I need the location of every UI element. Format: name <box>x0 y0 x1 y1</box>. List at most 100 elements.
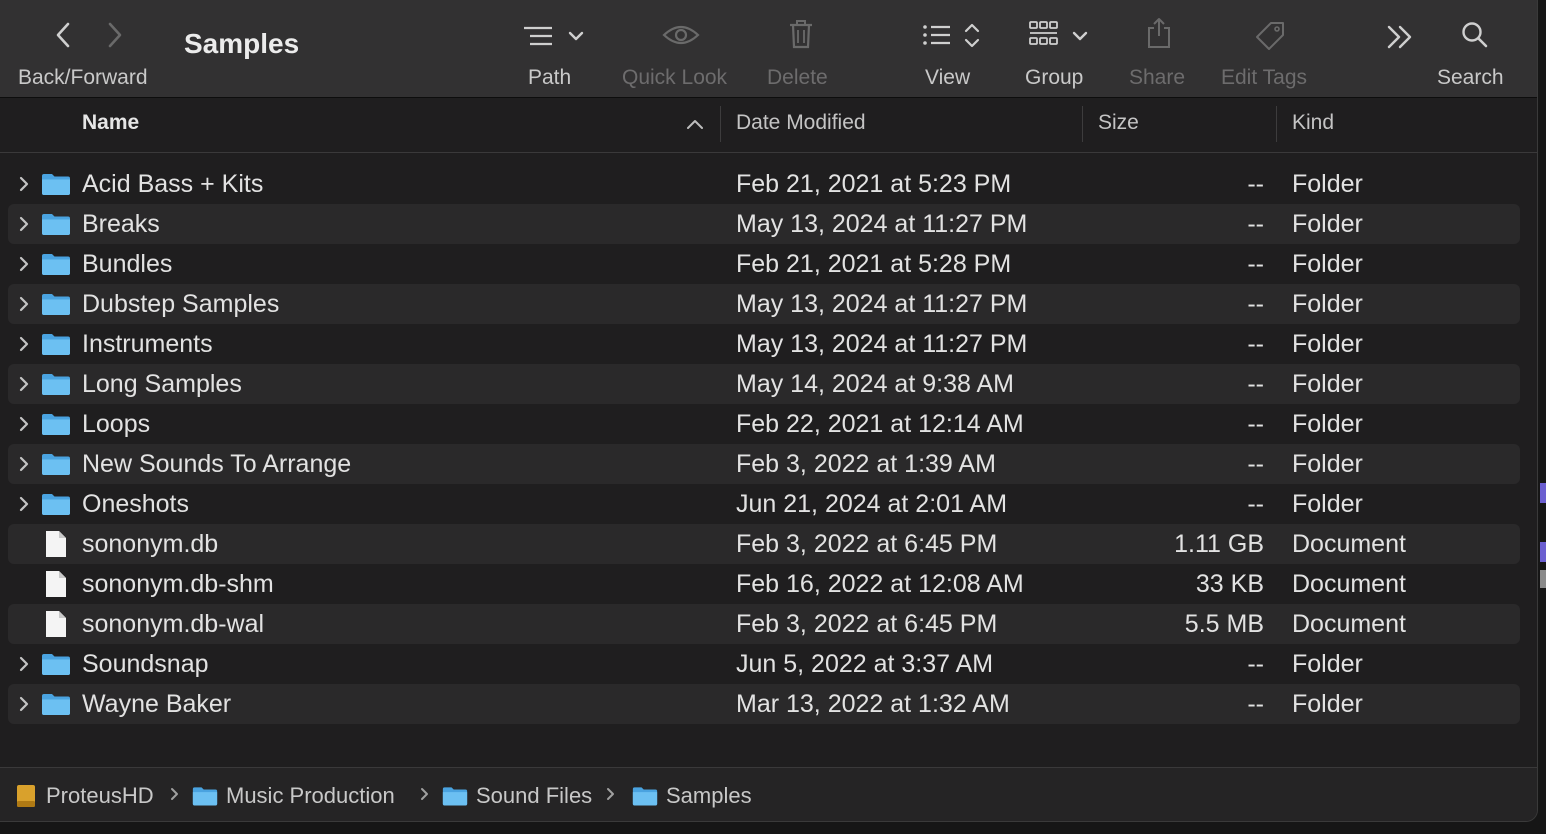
file-date-modified: Feb 3, 2022 at 6:45 PM <box>736 530 998 558</box>
scroll-marker <box>1540 570 1546 588</box>
file-kind: Folder <box>1292 290 1363 318</box>
chevron-right-icon[interactable] <box>104 20 126 56</box>
column-size[interactable]: Size <box>1098 111 1139 135</box>
disclosure-chevron-icon[interactable] <box>18 256 30 272</box>
file-size: -- <box>1247 410 1264 438</box>
chevron-left-icon[interactable] <box>52 20 74 56</box>
column-divider[interactable] <box>1276 106 1277 142</box>
file-name: Breaks <box>82 210 160 238</box>
file-row[interactable]: Loops Feb 22, 2021 at 12:14 AM -- Folder <box>8 404 1520 444</box>
file-date-modified: Feb 21, 2021 at 5:28 PM <box>736 250 1012 278</box>
path-button[interactable]: Path <box>528 66 571 90</box>
search-button[interactable]: Search <box>1437 66 1504 90</box>
edit-tags-button[interactable]: Edit Tags <box>1221 66 1307 90</box>
path-separator-icon <box>420 786 430 802</box>
file-row[interactable]: sononym.db Feb 3, 2022 at 6:45 PM 1.11 GB D… <box>8 524 1520 564</box>
disclosure-chevron-icon[interactable] <box>18 696 30 712</box>
sort-ascending-icon[interactable] <box>686 118 704 130</box>
disclosure-chevron-icon[interactable] <box>18 656 30 672</box>
document-icon <box>44 570 68 598</box>
file-row[interactable]: Breaks May 13, 2024 at 11:27 PM -- Folder <box>8 204 1520 244</box>
file-list: Acid Bass + Kits Feb 21, 2021 at 5:23 PM -… <box>8 164 1520 724</box>
path-crumb[interactable]: Music Production <box>192 782 395 810</box>
file-row[interactable]: sononym.db-shm Feb 16, 2022 at 12:08 AM 33… <box>8 564 1520 604</box>
back-forward-label: Back/Forward <box>18 66 148 89</box>
disclosure-chevron-icon[interactable] <box>18 456 30 472</box>
disclosure-chevron-icon[interactable] <box>18 336 30 352</box>
path-crumb[interactable]: Sound Files <box>442 782 592 810</box>
scroll-marker <box>1540 542 1546 562</box>
finder-window: Back/Forward Samples Path Quick Look Del… <box>0 0 1538 822</box>
file-date-modified: Feb 3, 2022 at 6:45 PM <box>736 610 998 638</box>
disclosure-chevron-icon[interactable] <box>18 376 30 392</box>
view-button[interactable]: View <box>925 66 970 90</box>
quick-look-button[interactable]: Quick Look <box>622 66 727 90</box>
file-row[interactable]: Long Samples May 14, 2024 at 9:38 AM -- Fol… <box>8 364 1520 404</box>
column-header: Name Date Modified Size Kind <box>0 98 1537 153</box>
path-crumb-label: Music Production <box>226 783 395 808</box>
file-kind: Document <box>1292 610 1406 638</box>
share-icon <box>1146 16 1172 52</box>
file-row[interactable]: Acid Bass + Kits Feb 21, 2021 at 5:23 PM -… <box>8 164 1520 204</box>
file-size: -- <box>1247 290 1264 318</box>
file-row[interactable]: Wayne Baker Mar 13, 2022 at 1:32 AM -- Fold… <box>8 684 1520 724</box>
file-name: Loops <box>82 410 151 438</box>
group-button[interactable]: Group <box>1025 66 1083 90</box>
scroll-marker <box>1540 483 1546 503</box>
folder-icon <box>41 412 71 436</box>
path-crumb[interactable]: ProteusHD <box>14 782 154 810</box>
search-icon[interactable] <box>1460 20 1490 56</box>
column-name[interactable]: Name <box>82 111 139 135</box>
tag-icon <box>1254 20 1286 56</box>
file-size: -- <box>1247 250 1264 278</box>
file-size: -- <box>1247 690 1264 718</box>
path-separator-icon <box>606 786 616 802</box>
path-list-icon[interactable] <box>522 24 588 60</box>
list-view-icon[interactable] <box>922 22 982 58</box>
column-date-modified[interactable]: Date Modified <box>736 111 866 135</box>
file-kind: Document <box>1292 570 1406 598</box>
column-divider[interactable] <box>720 106 721 142</box>
file-date-modified: Jun 21, 2024 at 2:01 AM <box>736 490 1008 518</box>
delete-button[interactable]: Delete <box>767 66 828 90</box>
disclosure-chevron-icon[interactable] <box>18 216 30 232</box>
file-kind: Folder <box>1292 650 1363 678</box>
path-crumb[interactable]: Samples <box>632 782 752 810</box>
file-row[interactable]: Oneshots Jun 21, 2024 at 2:01 AM -- Folder <box>8 484 1520 524</box>
disclosure-chevron-icon[interactable] <box>18 296 30 312</box>
file-size: 1.11 GB <box>1174 530 1264 558</box>
file-name: Acid Bass + Kits <box>82 170 264 198</box>
file-row[interactable]: Instruments May 13, 2024 at 11:27 PM -- Fol… <box>8 324 1520 364</box>
path-crumb-label: Sound Files <box>476 783 593 808</box>
column-divider[interactable] <box>1082 106 1083 142</box>
folder-icon <box>41 252 71 276</box>
file-name: Dubstep Samples <box>82 290 280 318</box>
file-row[interactable]: Bundles Feb 21, 2021 at 5:28 PM -- Folder <box>8 244 1520 284</box>
file-date-modified: May 14, 2024 at 9:38 AM <box>736 370 1014 398</box>
file-date-modified: May 13, 2024 at 11:27 PM <box>736 330 1028 358</box>
disclosure-chevron-icon[interactable] <box>18 496 30 512</box>
file-row[interactable]: Dubstep Samples May 13, 2024 at 11:27 PM -… <box>8 284 1520 324</box>
file-size: -- <box>1247 210 1264 238</box>
folder-icon <box>41 692 71 716</box>
file-date-modified: Feb 3, 2022 at 1:39 AM <box>736 450 996 478</box>
trash-icon <box>788 18 814 54</box>
file-row[interactable]: Soundsnap Jun 5, 2022 at 3:37 AM -- Folder <box>8 644 1520 684</box>
document-icon <box>44 530 68 558</box>
group-grid-icon[interactable] <box>1029 20 1091 56</box>
file-row[interactable]: sononym.db-wal Feb 3, 2022 at 6:45 PM 5.5 … <box>8 604 1520 644</box>
share-button[interactable]: Share <box>1129 66 1185 90</box>
file-kind: Folder <box>1292 410 1363 438</box>
file-name: sononym.db-wal <box>82 610 265 638</box>
file-date-modified: Feb 22, 2021 at 12:14 AM <box>736 410 1024 438</box>
folder-icon <box>41 452 71 476</box>
file-row[interactable]: New Sounds To Arrange Feb 3, 2022 at 1:39… <box>8 444 1520 484</box>
document-icon <box>44 610 68 638</box>
folder-icon <box>41 492 71 516</box>
double-chevron-right-icon[interactable] <box>1386 24 1414 60</box>
folder-icon <box>632 785 658 807</box>
disclosure-chevron-icon[interactable] <box>18 416 30 432</box>
file-size: 5.5 MB <box>1184 610 1264 638</box>
column-kind[interactable]: Kind <box>1292 111 1334 135</box>
disclosure-chevron-icon[interactable] <box>18 176 30 192</box>
